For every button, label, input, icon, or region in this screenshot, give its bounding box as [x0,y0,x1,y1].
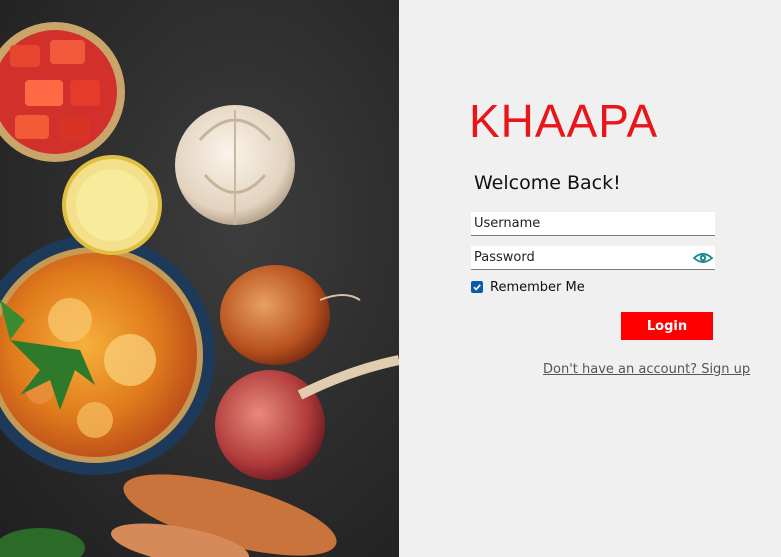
username-field[interactable] [471,212,715,236]
remember-me: Remember Me [471,279,585,295]
food-photo [0,22,399,557]
signup-link[interactable]: Don't have an account? Sign up [543,362,750,377]
login-panel: KHAAPA Welcome Back! Remember Me Login D… [399,0,781,557]
onion [220,265,330,365]
welcome-heading: Welcome Back! [474,172,621,194]
checkmark-icon [473,284,481,291]
brand-logo: KHAAPA [469,95,659,147]
password-field-wrapper [471,246,715,270]
remember-me-checkbox[interactable] [471,281,483,293]
remember-me-label: Remember Me [490,279,585,295]
eye-icon[interactable] [692,250,714,266]
food-photo-panel [0,0,399,557]
password-field[interactable] [471,246,715,270]
login-button[interactable]: Login [621,312,713,340]
